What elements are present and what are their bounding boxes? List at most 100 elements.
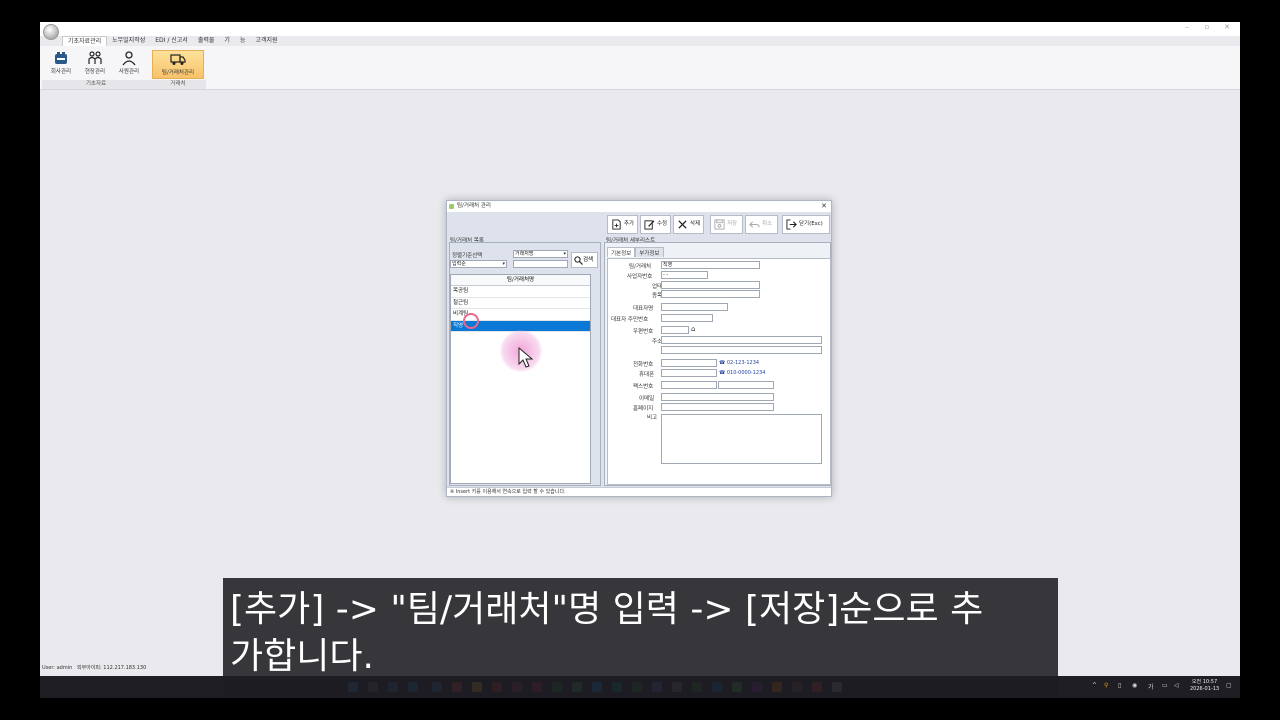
sort-select[interactable]: 입력순	[450, 260, 507, 268]
tray-app-icon[interactable]: ◉	[1132, 682, 1137, 689]
close-button-label: 닫기(Esc)	[799, 221, 823, 227]
menu-tab-edi[interactable]: EDI / 신고서	[150, 36, 193, 46]
addr-input-1[interactable]	[661, 336, 822, 344]
add-doc-icon	[612, 219, 621, 230]
tel-hint: ☎ 02-123-1234	[719, 360, 760, 366]
ribbon-team-client-button[interactable]: 팀/거래처관리	[152, 50, 204, 79]
dialog-app-icon	[449, 204, 454, 209]
delete-button[interactable]: 삭제	[673, 215, 704, 234]
mobile-label: 휴대폰	[639, 372, 655, 378]
close-button[interactable]: 닫기(Esc)	[782, 215, 830, 234]
clock[interactable]: 오전 10:57 2026-01-13	[1190, 679, 1219, 693]
tab-extra-info[interactable]: 부가정보	[635, 247, 664, 257]
cancel-button-label: 취소	[762, 221, 773, 227]
menu-tab-function-2[interactable]: 능	[235, 36, 251, 46]
company-icon	[55, 52, 67, 64]
mobile-hint-text: 010-0000-1234	[726, 370, 766, 376]
edit-icon	[644, 220, 655, 230]
tray-search-icon[interactable]: ⚲	[1104, 682, 1108, 689]
status-user: User: admin	[42, 665, 73, 671]
fax-input-1[interactable]	[661, 381, 717, 389]
mobile-input[interactable]	[661, 369, 717, 377]
close-icon[interactable]: ✕	[1221, 23, 1233, 31]
zip-input[interactable]	[661, 326, 689, 334]
sort-label: 정렬기준선택	[452, 253, 483, 259]
status-bar: User: admin 외부아이피: 112.217.183.130	[42, 664, 146, 671]
dialog-status-bar: ※ Insert 키를 이용해서 연속으로 입력 할 수 있습니다.	[447, 487, 831, 496]
ribbon-company-label: 회사관리	[50, 69, 72, 75]
delete-x-icon	[678, 220, 687, 229]
zip-label: 우편번호	[633, 329, 654, 335]
tray-chevron-icon[interactable]: ^	[1092, 682, 1097, 689]
edit-button[interactable]: 수정	[640, 215, 671, 234]
tray-battery-icon[interactable]: ▯	[1118, 682, 1121, 689]
list-item[interactable]: 목공팀	[451, 286, 590, 298]
bizno-input[interactable]: - -	[661, 271, 708, 279]
bizitem-input[interactable]	[661, 290, 760, 298]
ribbon-group-client: 거래처	[150, 80, 206, 89]
menu-tab-function-1[interactable]: 기	[219, 36, 235, 46]
detail-tabs: 기본정보 부가정보	[607, 247, 664, 257]
maximize-icon[interactable]: ▫	[1201, 23, 1213, 31]
tab-basic-info[interactable]: 기본정보	[607, 247, 636, 257]
biztype-input[interactable]	[661, 281, 760, 289]
fax-input-2[interactable]	[718, 381, 774, 389]
memo-label: 비고	[647, 415, 658, 421]
ribbon-employee-button[interactable]: 사원관리	[114, 50, 144, 79]
name-input[interactable]: 직영	[661, 261, 760, 269]
clock-time: 오전 10:57	[1191, 679, 1218, 685]
add-button[interactable]: 추가	[607, 215, 638, 234]
search-input[interactable]	[513, 260, 568, 268]
menu-tab-basic-data[interactable]: 기초자료관리	[62, 36, 108, 46]
volume-icon[interactable]: ◁	[1174, 682, 1179, 689]
ribbon: 회사관리 현장관리 사원관리 팀/거래처관리 기초자료 거래처	[40, 46, 1240, 90]
ribbon-site-label: 현장관리	[84, 69, 106, 75]
employee-icon	[122, 51, 136, 66]
dialog-close-icon[interactable]: ✕	[821, 201, 827, 212]
addr-input-2[interactable]	[661, 346, 822, 354]
ime-indicator[interactable]: 가	[1148, 682, 1154, 691]
email-input[interactable]	[661, 393, 774, 401]
exit-icon	[786, 219, 797, 230]
save-button[interactable]: 저장	[710, 215, 743, 234]
ribbon-site-button[interactable]: 현장관리	[80, 50, 110, 79]
ceo-label: 대표자명	[633, 306, 654, 312]
cancel-button[interactable]: 취소	[745, 215, 778, 234]
zip-search-icon[interactable]: ⌂	[691, 325, 695, 333]
network-icon[interactable]: ▭	[1162, 682, 1168, 689]
cursor-ring-indicator	[463, 313, 479, 329]
ribbon-company-button[interactable]: 회사관리	[44, 50, 78, 79]
app-menu-orb-icon[interactable]	[43, 24, 59, 40]
menu-tab-support[interactable]: 고객지원	[250, 36, 282, 46]
memo-textarea[interactable]	[661, 414, 822, 464]
minimize-icon[interactable]: –	[1181, 23, 1193, 31]
homepage-input[interactable]	[661, 403, 774, 411]
truck-icon	[170, 54, 186, 65]
clock-date: 2026-01-13	[1190, 686, 1220, 692]
menu-tab-print[interactable]: 출력물	[193, 36, 220, 46]
ribbon-group-basic: 기초자료	[42, 80, 150, 89]
ceo-id-input[interactable]	[661, 314, 713, 322]
tel-input[interactable]	[661, 359, 717, 367]
search-button[interactable]: 검색	[571, 252, 598, 268]
homepage-label: 홈페이지	[633, 406, 654, 412]
search-field-select[interactable]: 거래처명	[513, 250, 568, 258]
ribbon-employee-label: 사원관리	[118, 69, 140, 75]
app-title-bar: – ▫ ✕	[40, 22, 1240, 40]
team-client-grid: 팀/거래처명 목공팀 철근팀 비계팀 직영	[450, 274, 591, 484]
search-icon	[574, 256, 583, 265]
save-disk-icon	[714, 219, 725, 230]
bizno-label: 사업자번호	[627, 274, 653, 280]
tel-label: 전화번호	[633, 362, 654, 368]
notification-icon[interactable]: ▢	[1226, 682, 1232, 689]
mouse-pointer-icon	[518, 347, 534, 368]
ceo-input[interactable]	[661, 303, 728, 311]
edit-button-label: 수정	[657, 221, 668, 227]
ribbon-team-client-label: 팀/거래처관리	[161, 70, 195, 76]
mobile-hint: ☎ 010-0000-1234	[719, 370, 766, 376]
menu-tab-labor-log[interactable]: 노무일지작성	[107, 36, 150, 46]
menu-bar: 기초자료관리 노무일지작성 EDI / 신고서 출력물 기 능 고객지원	[62, 36, 283, 46]
list-item[interactable]: 철근팀	[451, 298, 590, 309]
grid-column-header[interactable]: 팀/거래처명	[451, 275, 590, 286]
dialog-title: 팀/거래처 관리	[457, 203, 491, 209]
